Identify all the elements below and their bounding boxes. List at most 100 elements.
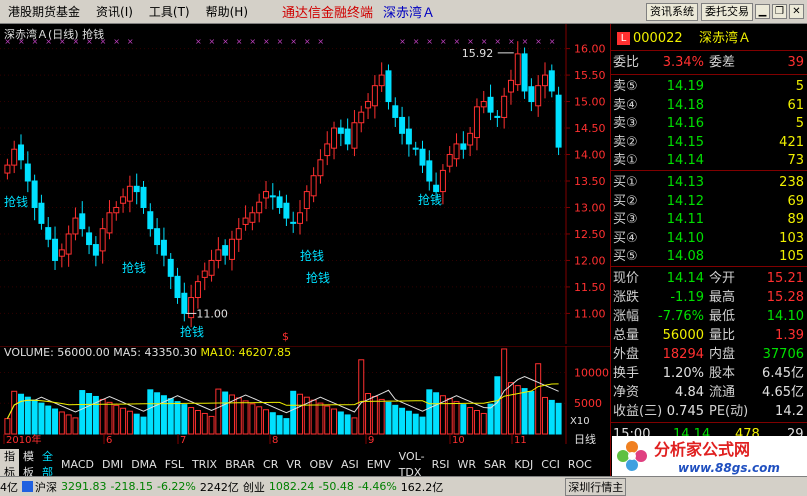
candle-body[interactable] bbox=[201, 270, 208, 278]
tab-roc[interactable]: ROC bbox=[564, 457, 596, 473]
tab-asi[interactable]: ASI bbox=[337, 457, 363, 473]
candle-body[interactable] bbox=[412, 147, 419, 150]
candle-body[interactable] bbox=[18, 144, 25, 161]
candle-body[interactable] bbox=[473, 106, 480, 139]
ask-row[interactable]: 卖① 14.14 73 bbox=[611, 152, 807, 170]
menu-item-help[interactable]: 帮助(H) bbox=[198, 1, 256, 23]
market-status[interactable]: 深圳行情主 bbox=[565, 477, 627, 496]
ask-row[interactable]: 卖⑤ 14.19 5 bbox=[611, 78, 807, 96]
bid-row[interactable]: 买⑤ 14.08 105 bbox=[611, 248, 807, 266]
candle-body[interactable] bbox=[222, 245, 229, 256]
bid-row[interactable]: 买① 14.13 238 bbox=[611, 174, 807, 192]
candle-body[interactable] bbox=[453, 143, 460, 160]
candle-body[interactable] bbox=[344, 128, 351, 145]
tab-rsi[interactable]: RSI bbox=[428, 457, 454, 473]
candle-body[interactable] bbox=[317, 159, 324, 177]
candle-body[interactable] bbox=[371, 85, 378, 107]
candle-body[interactable] bbox=[188, 297, 195, 319]
candle-body[interactable] bbox=[235, 228, 242, 240]
tab-cci[interactable]: CCI bbox=[537, 457, 564, 473]
candle-body[interactable] bbox=[351, 122, 358, 149]
candle-body[interactable] bbox=[11, 148, 18, 166]
candle-body[interactable] bbox=[99, 228, 106, 252]
tab-cr[interactable]: CR bbox=[259, 457, 282, 473]
chart-area[interactable]: 16.00 15.50 15.00 14.50 14.00 13.50 13.00 12.50… bbox=[0, 24, 610, 444]
tab-dmi[interactable]: DMI bbox=[98, 457, 127, 473]
menu-item-hk-futures[interactable]: 港股期货基金 bbox=[0, 1, 88, 23]
bid-row[interactable]: 买④ 14.10 103 bbox=[611, 230, 807, 248]
candle-body[interactable] bbox=[297, 212, 304, 224]
tab-vr[interactable]: VR bbox=[282, 457, 305, 473]
candle-body[interactable] bbox=[324, 143, 331, 157]
candle-body[interactable] bbox=[242, 217, 249, 225]
tab-wr[interactable]: WR bbox=[453, 457, 480, 473]
candle-body[interactable] bbox=[269, 195, 276, 198]
candle-body[interactable] bbox=[174, 275, 181, 299]
candle-body[interactable] bbox=[337, 127, 344, 134]
candle-body[interactable] bbox=[92, 244, 99, 256]
candle-body[interactable] bbox=[45, 227, 52, 240]
menu-item-info[interactable]: 资讯(I) bbox=[88, 1, 141, 23]
candle-body[interactable] bbox=[160, 239, 167, 256]
volume-chart[interactable]: 10000 5000 X10 2010年 6 7 8 9 10 11 日线 bbox=[0, 346, 610, 444]
ask-row[interactable]: 卖② 14.15 421 bbox=[611, 134, 807, 152]
candle-body[interactable] bbox=[262, 191, 269, 199]
period-label[interactable]: 日线 bbox=[574, 432, 596, 444]
bid-row[interactable]: 买③ 14.11 89 bbox=[611, 211, 807, 229]
candle-body[interactable] bbox=[494, 115, 501, 118]
close-icon[interactable]: ✕ bbox=[789, 4, 804, 19]
tab-brar[interactable]: BRAR bbox=[221, 457, 259, 473]
candle-body[interactable] bbox=[154, 228, 161, 246]
candle-body[interactable] bbox=[467, 132, 474, 146]
tab-sar[interactable]: SAR bbox=[480, 457, 510, 473]
candle-body[interactable] bbox=[86, 232, 93, 246]
candle-body[interactable] bbox=[4, 164, 11, 174]
candle-body[interactable] bbox=[194, 281, 201, 299]
candle-body[interactable] bbox=[249, 212, 256, 223]
candle-body[interactable] bbox=[365, 101, 372, 109]
candle-body[interactable] bbox=[501, 95, 508, 118]
candle-body[interactable] bbox=[399, 116, 406, 134]
candle-body[interactable] bbox=[24, 163, 31, 182]
tab-kdj[interactable]: KDJ bbox=[510, 457, 537, 473]
candle-body[interactable] bbox=[113, 206, 120, 214]
candle-body[interactable] bbox=[167, 258, 174, 277]
candle-body[interactable] bbox=[480, 101, 487, 108]
candle-body[interactable] bbox=[439, 169, 446, 193]
minimize-icon[interactable]: ▁ bbox=[755, 4, 770, 19]
candle-body[interactable] bbox=[507, 79, 514, 93]
candle-body[interactable] bbox=[310, 175, 317, 197]
candle-body[interactable] bbox=[120, 196, 127, 204]
candle-body[interactable] bbox=[433, 184, 440, 193]
tab-dma[interactable]: DMA bbox=[127, 457, 161, 473]
candle-body[interactable] bbox=[290, 221, 297, 224]
bid-row[interactable]: 买② 14.12 69 bbox=[611, 193, 807, 211]
order-button[interactable]: 委托交易 bbox=[701, 2, 753, 21]
candle-body[interactable] bbox=[106, 212, 113, 234]
candle-body[interactable] bbox=[541, 74, 548, 87]
candle-body[interactable] bbox=[126, 185, 133, 202]
candle-body[interactable] bbox=[58, 249, 65, 257]
ask-row[interactable]: 卖④ 14.18 61 bbox=[611, 97, 807, 115]
candle-body[interactable] bbox=[31, 180, 38, 208]
candle-body[interactable] bbox=[283, 202, 290, 219]
candle-body[interactable] bbox=[521, 53, 528, 92]
candle-body[interactable] bbox=[426, 160, 433, 182]
menu-item-tools[interactable]: 工具(T) bbox=[141, 1, 198, 23]
candle-body[interactable] bbox=[215, 249, 222, 261]
tab-emv[interactable]: EMV bbox=[363, 457, 395, 473]
candle-body[interactable] bbox=[446, 154, 453, 167]
ask-row[interactable]: 卖③ 14.16 5 bbox=[611, 115, 807, 133]
candle-body[interactable] bbox=[276, 196, 283, 208]
candle-body[interactable] bbox=[378, 74, 385, 87]
candle-body[interactable] bbox=[385, 70, 392, 103]
restore-icon[interactable]: ❐ bbox=[772, 4, 787, 19]
candle-body[interactable] bbox=[52, 238, 59, 261]
candle-body[interactable] bbox=[38, 202, 45, 224]
candle-body[interactable] bbox=[548, 70, 555, 92]
candle-body[interactable] bbox=[331, 127, 338, 149]
candle-body[interactable] bbox=[528, 86, 535, 103]
candle-body[interactable] bbox=[358, 111, 365, 124]
candle-body[interactable] bbox=[147, 211, 154, 230]
candle-body[interactable] bbox=[460, 143, 467, 150]
